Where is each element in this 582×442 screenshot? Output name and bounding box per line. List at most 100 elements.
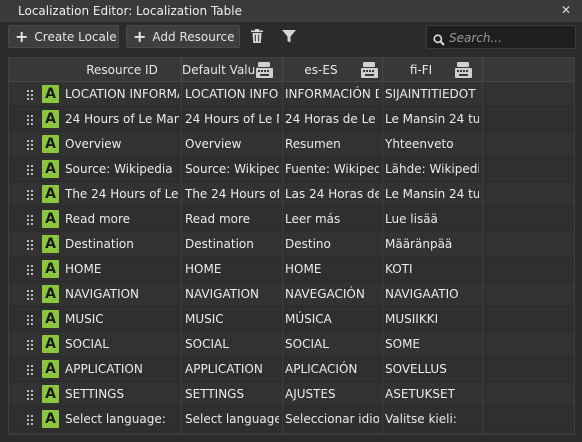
cell-default-value[interactable]: APPLICATION — [185, 357, 279, 382]
cell-fi-fi[interactable]: Valitse kieli: — [385, 407, 479, 432]
cell-default-value[interactable]: SOCIAL — [185, 332, 279, 357]
cell-default-value[interactable]: Read more — [185, 207, 279, 232]
cell-es-es[interactable]: Las 24 Horas de Le Mans — [285, 182, 379, 207]
table-row[interactable]: A SOCIAL SOCIAL SOCIAL SOME — [9, 332, 574, 357]
drag-handle-icon[interactable] — [26, 289, 34, 300]
cell-resource-id[interactable]: Read more — [65, 207, 179, 232]
table-row[interactable]: A Select language: Select language: Selecci… — [9, 407, 574, 432]
table-row[interactable]: ASource: WikipediaSource: WikipediaFuent… — [9, 157, 574, 182]
column-header-es-es[interactable]: es-ES — [283, 58, 359, 82]
cell-es-es[interactable]: INFORMACIÓN DE UBICACIÓN — [285, 82, 379, 107]
cell-es-es[interactable]: Leer más — [285, 207, 379, 232]
cell-fi-fi[interactable]: Lähde: Wikipedia — [385, 157, 479, 182]
cell-resource-id[interactable]: 24 Hours of Le Mans — [65, 107, 179, 132]
cell-es-es[interactable]: Fuente: Wikipedia — [285, 157, 379, 182]
cell-default-value[interactable]: LOCATION INFORMATION — [185, 82, 279, 107]
cell-resource-id[interactable]: NAVIGATION — [65, 282, 179, 307]
cell-default-value[interactable]: SETTINGS — [185, 382, 279, 407]
cell-fi-fi[interactable]: NAVIGAATIO — [385, 282, 479, 307]
cell-fi-fi[interactable]: Määränpää — [385, 232, 479, 257]
table-row[interactable]: A LOCATION INFORMATIONLOCATION INFORMATIO… — [9, 82, 574, 107]
close-icon[interactable]: ✕ — [558, 1, 574, 19]
drag-handle-icon[interactable] — [26, 414, 34, 425]
drag-handle-icon[interactable] — [26, 389, 34, 400]
cell-es-es[interactable]: APLICACIÓN — [285, 357, 379, 382]
cell-fi-fi[interactable]: Le Mansin 24 tunnin ajo — [385, 107, 479, 132]
drag-handle-icon[interactable] — [26, 264, 34, 275]
cell-fi-fi[interactable]: SOVELLUS — [385, 357, 479, 382]
column-header-resource-id[interactable]: Resource ID — [63, 58, 181, 82]
cell-default-value[interactable]: Source: Wikipedia — [185, 157, 279, 182]
cell-fi-fi[interactable]: ASETUKSET — [385, 382, 479, 407]
table-row[interactable]: A Overview Overview Resumen Yhteenveto — [9, 132, 574, 157]
column-header-default-value[interactable]: Default Value — [182, 58, 258, 82]
drag-handle-icon[interactable] — [26, 239, 34, 250]
cell-default-value[interactable]: The 24 Hours of Le Mans — [185, 182, 279, 207]
cell-fi-fi[interactable]: MUSIIKKI — [385, 307, 479, 332]
cell-es-es[interactable]: MÚSICA — [285, 307, 379, 332]
keyboard-icon[interactable] — [455, 62, 472, 78]
keyboard-icon[interactable] — [361, 62, 378, 78]
drag-handle-icon[interactable] — [26, 114, 34, 125]
cell-es-es[interactable]: NAVEGACIÓN — [285, 282, 379, 307]
plus-icon: + — [133, 26, 147, 46]
table-row[interactable]: A HOME HOME HOME KOTI — [9, 257, 574, 282]
drag-handle-icon[interactable] — [26, 339, 34, 350]
cell-fi-fi[interactable]: Yhteenveto — [385, 132, 479, 157]
cell-default-value[interactable]: MUSIC — [185, 307, 279, 332]
cell-resource-id[interactable]: Select language: — [65, 407, 179, 432]
cell-es-es[interactable]: HOME — [285, 257, 379, 282]
filter-icon[interactable] — [279, 26, 299, 46]
cell-default-value[interactable]: HOME — [185, 257, 279, 282]
search-input[interactable] — [449, 29, 571, 46]
cell-resource-id[interactable]: SOCIAL — [65, 332, 179, 357]
drag-handle-icon[interactable] — [26, 189, 34, 200]
cell-fi-fi[interactable]: SIJAINTITIEDOT — [385, 82, 479, 107]
table-row[interactable]: A APPLICATION APPLICATION APLICACIÓN SOVELLU… — [9, 357, 574, 382]
cell-fi-fi[interactable]: Lue lisää — [385, 207, 479, 232]
cell-default-value[interactable]: Select language: — [185, 407, 279, 432]
cell-es-es[interactable]: 24 Horas de Le Mans — [285, 107, 379, 132]
cell-es-es[interactable]: Seleccionar idioma: — [285, 407, 379, 432]
drag-handle-icon[interactable] — [26, 214, 34, 225]
table-row[interactable]: A MUSIC MUSIC MÚSICA MUSIIKKI — [9, 307, 574, 332]
drag-handle-icon[interactable] — [26, 89, 34, 100]
cell-es-es[interactable]: Destino — [285, 232, 379, 257]
cell-es-es[interactable]: Resumen — [285, 132, 379, 157]
cell-resource-id[interactable]: LOCATION INFORMATION — [65, 82, 179, 107]
cell-es-es[interactable]: AJUSTES — [285, 382, 379, 407]
cell-resource-id[interactable]: MUSIC — [65, 307, 179, 332]
drag-handle-icon[interactable] — [26, 139, 34, 150]
cell-fi-fi[interactable]: KOTI — [385, 257, 479, 282]
table-row[interactable]: A SETTINGS SETTINGS AJUSTES ASETUKSET — [9, 382, 574, 407]
table-row[interactable]: A Destination Destination Destino Määränpää — [9, 232, 574, 257]
cell-resource-id[interactable]: HOME — [65, 257, 179, 282]
trash-icon[interactable] — [247, 26, 267, 46]
cell-resource-id[interactable]: APPLICATION — [65, 357, 179, 382]
cell-es-es[interactable]: SOCIAL — [285, 332, 379, 357]
cell-fi-fi[interactable]: SOME — [385, 332, 479, 357]
cell-fi-fi[interactable]: Le Mansin 24 tunnin ajo — [385, 182, 479, 207]
cell-resource-id[interactable]: Overview — [65, 132, 179, 157]
drag-handle-icon[interactable] — [26, 364, 34, 375]
text-resource-icon: A — [42, 410, 59, 428]
search-box[interactable] — [426, 25, 576, 49]
keyboard-icon[interactable] — [256, 62, 273, 78]
cell-resource-id[interactable]: SETTINGS — [65, 382, 179, 407]
drag-handle-icon[interactable] — [26, 314, 34, 325]
cell-default-value[interactable]: Overview — [185, 132, 279, 157]
table-row[interactable]: A The 24 Hours of Le MansThe 24 Hours of … — [9, 182, 574, 207]
create-locale-button[interactable]: + Create Locale — [8, 25, 119, 48]
cell-default-value[interactable]: Destination — [185, 232, 279, 257]
drag-handle-icon[interactable] — [26, 164, 34, 175]
add-resource-button[interactable]: + Add Resource — [126, 25, 240, 48]
table-row[interactable]: A24 Hours of Le Mans24 Hours of Le Mans2… — [9, 107, 574, 132]
column-header-fi-fi[interactable]: fi-FI — [383, 58, 459, 82]
table-row[interactable]: A NAVIGATION NAVIGATION NAVEGACIÓN NAVIGAATI… — [9, 282, 574, 307]
table-row[interactable]: A Read more Read more Leer más Lue lisää — [9, 207, 574, 232]
cell-default-value[interactable]: NAVIGATION — [185, 282, 279, 307]
cell-resource-id[interactable]: The 24 Hours of Le Mans — [65, 182, 179, 207]
cell-default-value[interactable]: 24 Hours of Le Mans — [185, 107, 279, 132]
cell-resource-id[interactable]: Destination — [65, 232, 179, 257]
cell-resource-id[interactable]: Source: Wikipedia — [65, 157, 179, 182]
